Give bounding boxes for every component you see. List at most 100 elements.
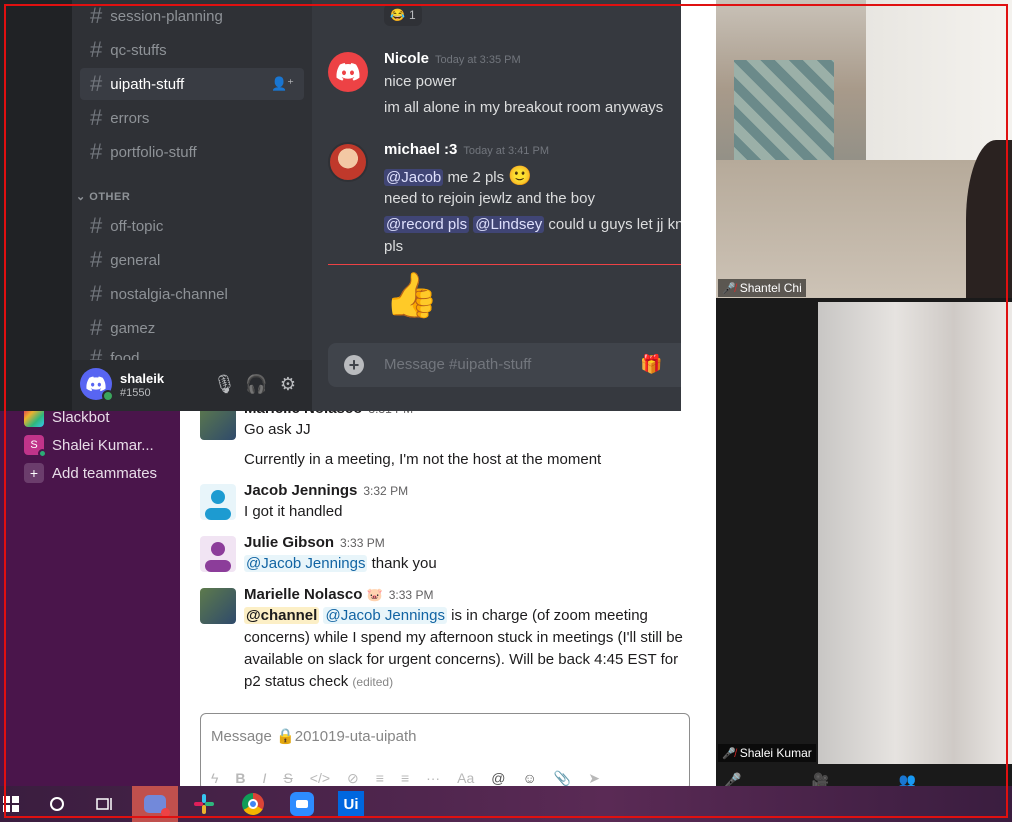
- hash-icon: #: [90, 213, 103, 238]
- zoom-taskbar-icon[interactable]: [279, 786, 325, 822]
- new-messages-divider: [328, 264, 681, 265]
- default-user-icon: [205, 542, 231, 572]
- channel-qc-stuffs[interactable]: # qc-stuffs: [80, 34, 304, 66]
- discord-taskbar-icon[interactable]: [132, 786, 178, 822]
- role-mention[interactable]: @record pls: [384, 216, 470, 233]
- composer-placeholder: Message 🔒201019-uta-uipath: [211, 728, 417, 745]
- hash-icon: #: [90, 37, 103, 62]
- formatting-toolbar: ϟ B I S </> ⊘ ≡ ≡ ··· Aa @ ☺ 📎 ➤: [211, 770, 600, 787]
- gift-icon[interactable]: 🎁: [640, 354, 662, 375]
- thumbs-up-emoji-icon: 👍: [384, 271, 439, 320]
- hash-icon: #: [90, 105, 103, 130]
- message-author[interactable]: Marielle Nolasco 🐷 3:33 PM: [244, 586, 433, 603]
- attachment-icon[interactable]: 📎: [554, 770, 571, 787]
- mic-muted-icon: 🎤̸: [722, 282, 736, 295]
- message-text: Currently in a meeting, I'm not the host…: [244, 451, 602, 468]
- message-text: pls: [384, 238, 404, 255]
- avatar[interactable]: [200, 484, 236, 520]
- channel-errors[interactable]: # errors: [80, 102, 304, 134]
- sidebar-item-label: Shalei Kumar...: [52, 436, 154, 454]
- video-couch: [734, 60, 834, 175]
- sidebar-item-shalei[interactable]: S Shalei Kumar...: [24, 433, 154, 458]
- message-text: @record pls @Lindsey could u guys let jj…: [384, 216, 681, 233]
- hash-icon: #: [90, 3, 103, 28]
- settings-gear-icon[interactable]: ⚙: [277, 374, 299, 396]
- bullet-list-icon[interactable]: ≡: [401, 770, 409, 787]
- hash-icon: #: [90, 71, 103, 96]
- text-format-icon[interactable]: Aa: [457, 770, 474, 787]
- message-author[interactable]: Julie Gibson 3:33 PM: [244, 534, 385, 551]
- channel-uipath-stuff[interactable]: # uipath-stuff 👤⁺: [80, 68, 304, 100]
- ordered-list-icon[interactable]: ≡: [376, 770, 384, 787]
- message-text: im all alone in my breakout room anyways: [384, 99, 664, 116]
- zoom-gallery: 🎤̸ Shantel Chi 🎤̸ Shalei Kumar 🎤 🎥 👥: [716, 0, 1012, 788]
- message-text: @Jacob Jennings thank you: [244, 555, 437, 572]
- avatar[interactable]: [328, 52, 368, 92]
- code-icon[interactable]: </>: [310, 770, 330, 787]
- avatar[interactable]: [200, 536, 236, 572]
- user-mention[interactable]: @Jacob Jennings: [323, 607, 447, 624]
- channel-nostalgia[interactable]: # nostalgia-channel: [80, 278, 304, 310]
- message-text: concerns) while I spend my afternoon stu…: [244, 629, 683, 646]
- microphone-icon[interactable]: 🎙: [213, 374, 236, 396]
- at-mention-icon[interactable]: @: [491, 770, 505, 787]
- discord-logo-icon: [336, 63, 360, 81]
- channel-off-topic[interactable]: # off-topic: [80, 210, 304, 242]
- bold-icon[interactable]: B: [235, 770, 245, 787]
- windows-start-icon[interactable]: [0, 786, 34, 822]
- user-tag: #1550: [120, 387, 151, 399]
- lock-icon: 🔒: [276, 728, 295, 745]
- message-text: @Jacob me 2 pls 🙂: [384, 166, 532, 187]
- shortcuts-icon[interactable]: ϟ: [211, 770, 218, 787]
- chrome-taskbar-icon[interactable]: [230, 786, 276, 822]
- user-mention[interactable]: @Jacob: [384, 169, 444, 186]
- message-composer[interactable]: Message 🔒201019-uta-uipath ϟ B I S </> ⊘…: [200, 713, 690, 791]
- avatar[interactable]: [328, 142, 368, 182]
- uipath-taskbar-icon[interactable]: Ui: [328, 786, 374, 822]
- message-text: @channel @Jacob Jennings is in charge (o…: [244, 607, 648, 624]
- send-icon[interactable]: ➤: [588, 770, 600, 787]
- message: Jacob Jennings 3:32 PM I got it handled: [200, 482, 690, 522]
- channel-gamez[interactable]: # gamez: [80, 312, 304, 344]
- sidebar-item-label: Add teammates: [52, 464, 158, 482]
- more-icon[interactable]: ···: [426, 770, 440, 787]
- emoji-icon[interactable]: ☺: [522, 770, 536, 787]
- video-tile-shantel[interactable]: 🎤̸ Shantel Chi: [716, 0, 1012, 298]
- message-text: I got it handled: [244, 503, 343, 520]
- link-icon[interactable]: ⊘: [347, 770, 359, 787]
- avatar[interactable]: [200, 588, 236, 624]
- message-author[interactable]: Nicole Today at 3:35 PM: [384, 50, 521, 67]
- slack-taskbar-icon[interactable]: [181, 786, 227, 822]
- channel-mention[interactable]: @channel: [244, 607, 320, 624]
- laughing-emoji-icon: 😂: [390, 8, 405, 22]
- channel-session-planning[interactable]: # session-planning: [80, 0, 304, 32]
- user-mention[interactable]: @Jacob Jennings: [244, 555, 368, 572]
- category-other[interactable]: ⌄ OTHER: [76, 190, 130, 203]
- message-author[interactable]: michael :3 Today at 3:41 PM: [384, 141, 549, 158]
- message-author[interactable]: Jacob Jennings 3:32 PM: [244, 482, 408, 499]
- smile-emoji-icon: 🙂: [508, 166, 532, 187]
- add-member-icon[interactable]: 👤⁺: [271, 76, 294, 92]
- windows-logo-icon: [3, 796, 19, 812]
- discord-window: # session-planning # qc-stuffs # uipath-stu…: [0, 0, 681, 411]
- reaction[interactable]: 😂 1: [384, 4, 422, 26]
- default-user-icon: [205, 490, 231, 520]
- headphones-icon[interactable]: 🎧: [245, 374, 267, 396]
- italic-icon[interactable]: I: [263, 770, 267, 787]
- message: Julie Gibson 3:33 PM @Jacob Jennings than…: [200, 534, 690, 574]
- mic-muted-icon: 🎤̸: [722, 747, 736, 760]
- message-text: nice power: [384, 73, 457, 90]
- username: shaleik: [120, 371, 165, 386]
- message-input[interactable]: + Message #uipath-stuff 🎁: [328, 343, 681, 387]
- channel-portfolio-stuff[interactable]: # portfolio-stuff: [80, 136, 304, 168]
- channel-general[interactable]: # general: [80, 244, 304, 276]
- strikethrough-icon[interactable]: S: [283, 770, 292, 787]
- user-mention[interactable]: @Lindsey: [473, 216, 545, 233]
- add-attachment-icon[interactable]: +: [344, 355, 364, 375]
- task-view-icon[interactable]: [82, 786, 128, 822]
- add-teammates-button[interactable]: + Add teammates: [24, 461, 157, 485]
- search-icon[interactable]: [34, 786, 80, 822]
- message-text: need to rejoin jewlz and the boy: [384, 190, 595, 207]
- video-tile-shalei[interactable]: 🎤̸ Shalei Kumar: [716, 302, 1012, 764]
- user-avatar: S: [24, 435, 47, 458]
